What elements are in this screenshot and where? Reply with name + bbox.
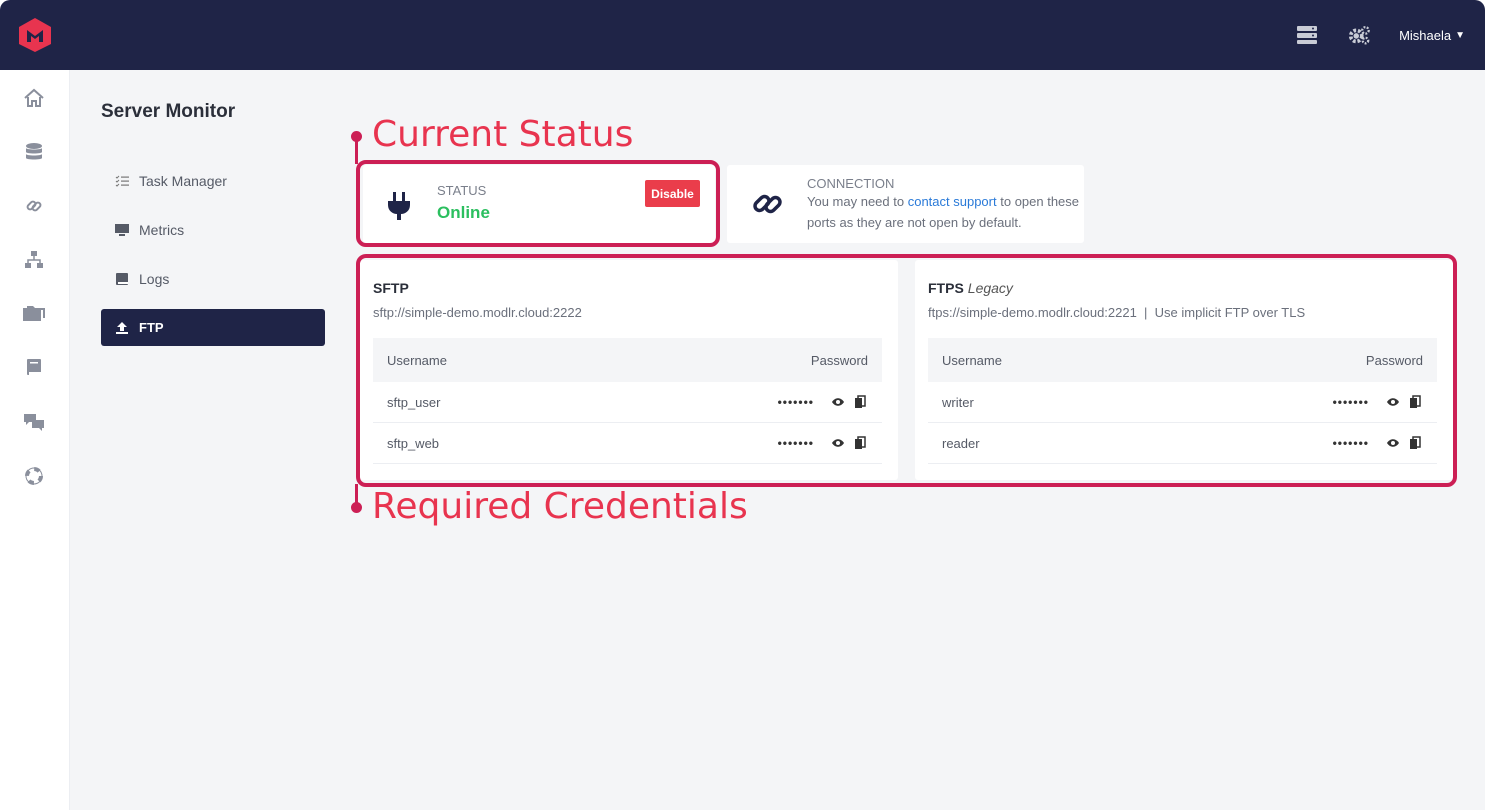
password-column-header: Password: [810, 352, 868, 368]
app-logo[interactable]: [18, 17, 52, 53]
annotation-dot: [351, 502, 362, 513]
submenu-label: Task Manager: [139, 172, 227, 189]
user-menu[interactable]: Mishaela ▼: [1399, 28, 1465, 43]
status-card: STATUS Online Disable: [363, 165, 715, 243]
submenu-item-logs[interactable]: Logs: [101, 260, 325, 297]
eye-icon[interactable]: [1385, 395, 1401, 409]
copy-icon[interactable]: [1407, 436, 1423, 450]
submenu-label: FTP: [139, 320, 164, 335]
chat-icon[interactable]: [21, 410, 47, 434]
ftps-title: FTPS Legacy: [928, 280, 1013, 296]
page-title: Server Monitor: [101, 101, 236, 122]
ftps-url-text: ftps://simple-demo.modlr.cloud:2221 | Us…: [928, 305, 1306, 320]
main-content: Server Monitor Task Manager Metrics Logs…: [70, 70, 1485, 810]
table-row: sftp_web •••••••: [373, 423, 882, 464]
table-row: writer •••••••: [928, 382, 1437, 423]
contact-support-link[interactable]: contact support: [908, 194, 997, 209]
masked-password: •••••••: [1332, 436, 1369, 450]
sftp-credentials-table: Username Password sftp_user ••••••• sftp…: [373, 338, 882, 464]
username-cell: writer: [942, 394, 974, 410]
masked-password: •••••••: [1332, 395, 1369, 409]
disable-button[interactable]: Disable: [645, 180, 700, 207]
username-cell: sftp_web: [387, 435, 440, 451]
annotation-current-status: Current Status: [372, 114, 634, 155]
connection-message: You may need to contact support to open …: [807, 191, 1082, 233]
connection-text-before: You may need to: [807, 194, 905, 209]
masked-password: •••••••: [777, 436, 814, 450]
annotation-required-credentials: Required Credentials: [372, 486, 748, 527]
password-column-header: Password: [1365, 352, 1423, 368]
sftp-url: sftp://simple-demo.modlr.cloud:2222: [373, 305, 582, 320]
table-row: sftp_user •••••••: [373, 382, 882, 423]
sftp-title: SFTP: [373, 280, 409, 296]
home-icon[interactable]: [21, 86, 47, 110]
copy-icon[interactable]: [852, 395, 868, 409]
database-icon[interactable]: [21, 140, 47, 164]
status-label: STATUS: [437, 183, 487, 198]
ftps-title-text: FTPS: [928, 280, 964, 296]
plug-icon: [386, 190, 412, 227]
link-icon[interactable]: [21, 194, 47, 218]
table-row: reader •••••••: [928, 423, 1437, 464]
submenu-item-metrics[interactable]: Metrics: [101, 211, 325, 248]
copy-icon[interactable]: [852, 436, 868, 450]
connection-label: CONNECTION: [807, 176, 895, 191]
eye-icon[interactable]: [830, 436, 846, 450]
annotation-dot: [351, 131, 362, 142]
eye-icon[interactable]: [1385, 436, 1401, 450]
tasks-icon: [114, 174, 130, 188]
monitor-icon: [114, 223, 130, 237]
copy-icon[interactable]: [1407, 395, 1423, 409]
settings-icon[interactable]: [1347, 24, 1371, 46]
ftps-credentials-table: Username Password writer ••••••• reader …: [928, 338, 1437, 464]
book-icon: [114, 272, 130, 286]
username-cell: reader: [942, 435, 980, 451]
network-icon[interactable]: [21, 248, 47, 272]
ftps-card: FTPS Legacy ftps://simple-demo.modlr.clou…: [915, 260, 1453, 480]
upload-icon: [114, 321, 130, 335]
legacy-badge: Legacy: [967, 280, 1013, 296]
top-bar: Mishaela ▼: [0, 0, 1485, 70]
ftps-url: ftps://simple-demo.modlr.cloud:2221 | Us…: [928, 305, 1305, 320]
submenu-item-ftp[interactable]: FTP: [101, 309, 325, 346]
server-icon[interactable]: [1295, 24, 1319, 46]
server-submenu: Task Manager Metrics Logs FTP: [101, 162, 325, 358]
submenu-label: Metrics: [139, 221, 185, 238]
eye-icon[interactable]: [830, 395, 846, 409]
username-column-header: Username: [387, 352, 447, 368]
book-icon[interactable]: [21, 356, 47, 380]
masked-password: •••••••: [777, 395, 814, 409]
username-cell: sftp_user: [387, 394, 441, 410]
link-icon: [751, 187, 785, 226]
submenu-label: Logs: [139, 270, 170, 287]
left-nav: [0, 70, 70, 810]
user-name: Mishaela: [1399, 27, 1452, 43]
username-column-header: Username: [942, 352, 1002, 368]
table-header: Username Password: [928, 338, 1437, 382]
chevron-down-icon: ▼: [1455, 29, 1465, 41]
folders-icon[interactable]: [21, 302, 47, 326]
submenu-item-task-manager[interactable]: Task Manager: [101, 162, 325, 199]
status-value: Online: [437, 203, 490, 222]
table-header: Username Password: [373, 338, 882, 382]
sftp-card: SFTP sftp://simple-demo.modlr.cloud:2222…: [360, 260, 898, 480]
lifebuoy-icon[interactable]: [21, 464, 47, 488]
connection-card: CONNECTION You may need to contact suppo…: [727, 165, 1084, 243]
